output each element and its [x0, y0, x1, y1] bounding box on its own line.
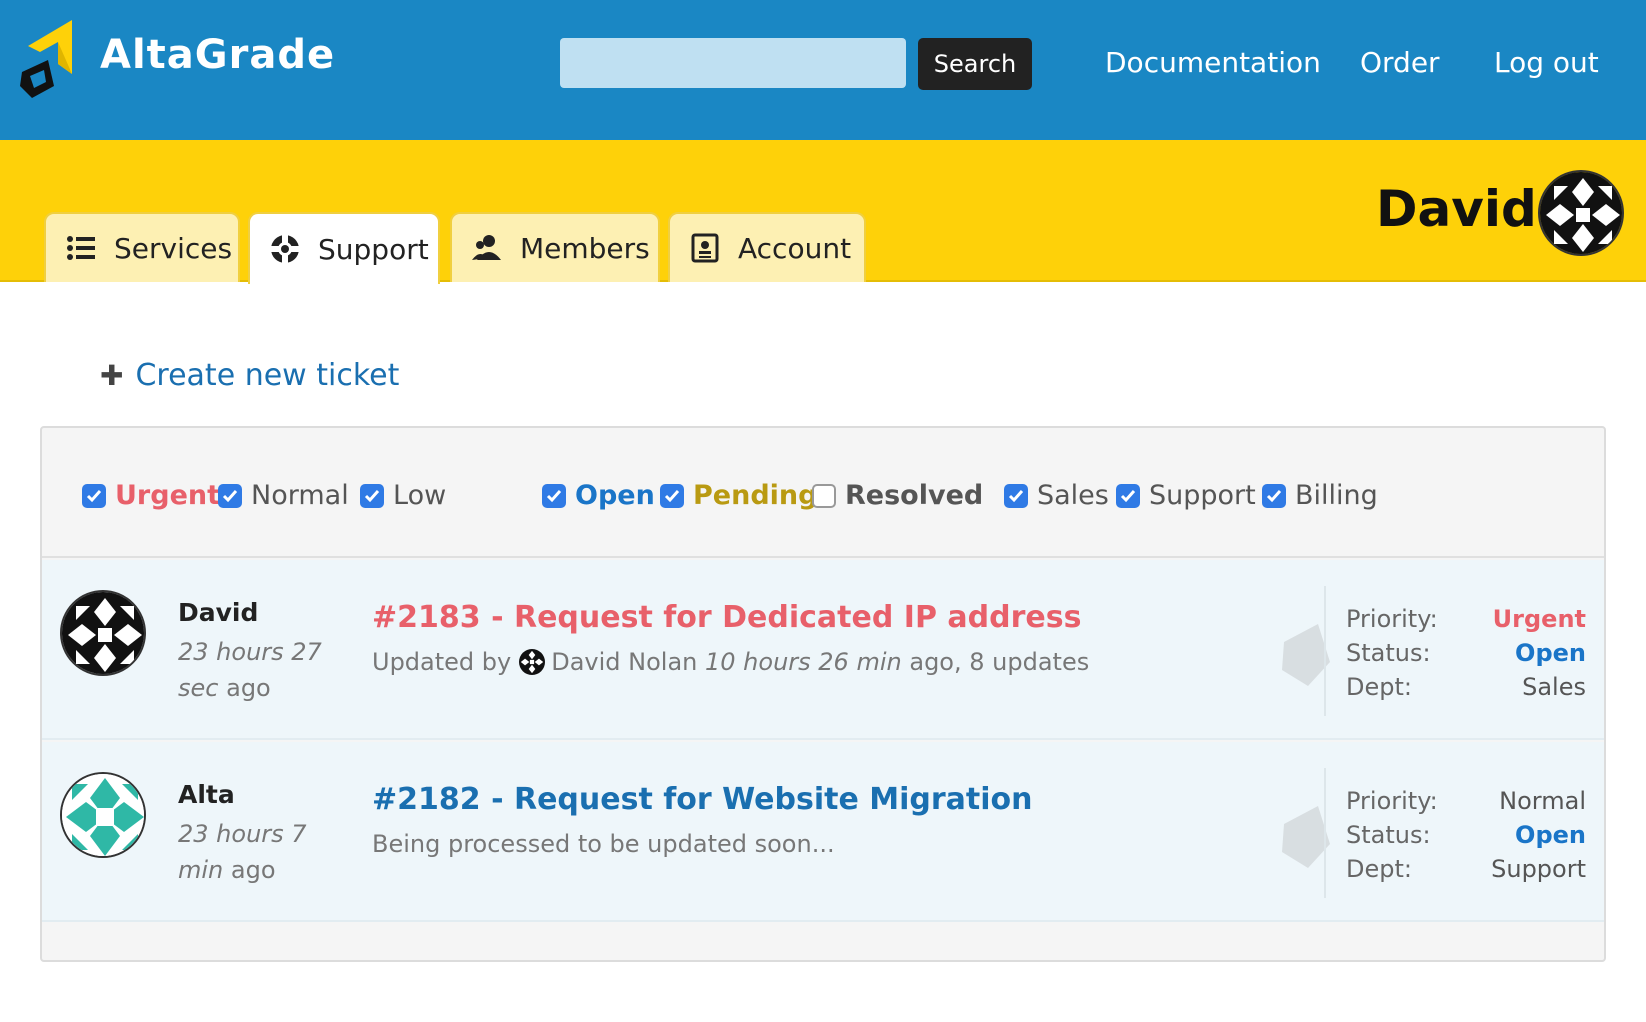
filter-label: Urgent [115, 480, 221, 511]
create-ticket-link[interactable]: ✚ Create new ticket [100, 358, 399, 393]
filter-label: Resolved [845, 480, 984, 511]
nav-log-out[interactable]: Log out [1494, 46, 1599, 79]
checkbox-checked-icon[interactable] [82, 483, 106, 508]
status-label: Status: [1346, 639, 1431, 667]
altagrade-logo-icon[interactable] [18, 16, 82, 100]
checkbox-checked-icon[interactable] [1262, 483, 1286, 508]
filter-normal[interactable]: Normal [218, 480, 349, 511]
filter-urgent[interactable]: Urgent [82, 480, 220, 511]
list-icon [64, 231, 98, 265]
top-header: AltaGrade Search Documentation Order Log… [0, 0, 1646, 140]
priority-value: Normal [1499, 787, 1586, 815]
ticket-summary: Being processed to be updated soon... [372, 830, 835, 858]
nav-documentation[interactable]: Documentation [1105, 46, 1321, 79]
checkbox-checked-icon[interactable] [218, 483, 242, 508]
filter-label: Open [575, 480, 655, 511]
meta-divider [1324, 768, 1326, 898]
dept-value: Support [1491, 855, 1586, 883]
checkbox-checked-icon[interactable] [360, 483, 384, 508]
ticket-meta: Priority: Urgent Status: Open Dept: Sales [1346, 602, 1586, 704]
filter-low[interactable]: Low [360, 480, 446, 511]
create-ticket-label: Create new ticket [135, 358, 400, 393]
checkbox-checked-icon[interactable] [1004, 483, 1028, 508]
filter-open[interactable]: Open [542, 480, 655, 511]
ticket-created-time: 23 hours 27 sec ago [178, 634, 348, 706]
updater-avatar [519, 649, 546, 675]
tab-label: Members [520, 231, 650, 265]
filter-label: Sales [1037, 480, 1109, 511]
filter-label: Low [393, 480, 447, 511]
filter-label: Support [1149, 480, 1256, 511]
ticket-created-time: 23 hours 7 min ago [178, 816, 348, 888]
priority-label: Priority: [1346, 787, 1438, 815]
lifebuoy-icon [268, 232, 302, 266]
tickets-panel: Urgent Normal Low Open Pending Resolved … [40, 426, 1606, 962]
search-button[interactable]: Search [918, 38, 1032, 90]
filter-label: Normal [251, 480, 349, 511]
filter-pending[interactable]: Pending [660, 480, 817, 511]
filter-label: Billing [1295, 480, 1378, 511]
nav-order[interactable]: Order [1360, 46, 1440, 79]
dept-value: Sales [1522, 673, 1586, 701]
members-icon [470, 231, 504, 265]
filter-billing[interactable]: Billing [1262, 480, 1378, 511]
update-suffix: ago, 8 updates [909, 648, 1090, 676]
update-time: 10 hours 26 min [705, 648, 902, 676]
ticket-update-info: Updated by David Nolan 10 hours 26 min a… [372, 648, 1089, 676]
author-avatar [60, 772, 146, 858]
tab-label: Account [738, 231, 852, 265]
search-input[interactable] [560, 38, 906, 88]
tab-support[interactable]: Support [248, 212, 440, 284]
contact-card-icon [688, 231, 722, 265]
filter-label: Pending [693, 480, 818, 511]
time-suffix: ago [230, 856, 276, 884]
tab-account[interactable]: Account [668, 212, 866, 282]
ticket-author: David [178, 598, 259, 627]
filter-bar: Urgent Normal Low Open Pending Resolved … [42, 428, 1604, 558]
updater-name: David Nolan [551, 648, 698, 676]
dept-label: Dept: [1346, 673, 1412, 701]
author-avatar [60, 590, 146, 676]
tab-members[interactable]: Members [450, 212, 660, 282]
ticket-title-link[interactable]: #2182 - Request for Website Migration [372, 782, 1033, 817]
current-user-name: David [1376, 180, 1537, 238]
ticket-title-link[interactable]: #2183 - Request for Dedicated IP address [372, 600, 1081, 635]
user-avatar[interactable] [1538, 170, 1624, 256]
ticket-row[interactable]: Alta 23 hours 7 min ago #2182 - Request … [42, 742, 1604, 922]
filter-sales[interactable]: Sales [1004, 480, 1109, 511]
meta-divider [1324, 586, 1326, 716]
filter-resolved[interactable]: Resolved [812, 480, 983, 511]
priority-label: Priority: [1346, 605, 1438, 633]
ticket-meta: Priority: Normal Status: Open Dept: Support [1346, 784, 1586, 886]
filter-support[interactable]: Support [1116, 480, 1256, 511]
status-value: Open [1515, 639, 1586, 667]
tab-label: Services [114, 231, 233, 265]
ticket-author: Alta [178, 780, 235, 809]
plus-icon: ✚ [100, 359, 124, 392]
checkbox-checked-icon[interactable] [660, 483, 684, 508]
tab-label: Support [318, 232, 429, 266]
dept-label: Dept: [1346, 855, 1412, 883]
status-label: Status: [1346, 821, 1431, 849]
checkbox-unchecked-icon[interactable] [812, 483, 836, 508]
status-value: Open [1515, 821, 1586, 849]
priority-value: Urgent [1492, 605, 1586, 633]
checkbox-checked-icon[interactable] [1116, 483, 1140, 508]
updated-by-label: Updated by [372, 648, 512, 676]
time-suffix: ago [226, 674, 271, 702]
ticket-row[interactable]: David 23 hours 27 sec ago #2183 - Reques… [42, 560, 1604, 740]
tab-services[interactable]: Services [44, 212, 240, 282]
brand-name[interactable]: AltaGrade [100, 32, 335, 78]
checkbox-checked-icon[interactable] [542, 483, 566, 508]
